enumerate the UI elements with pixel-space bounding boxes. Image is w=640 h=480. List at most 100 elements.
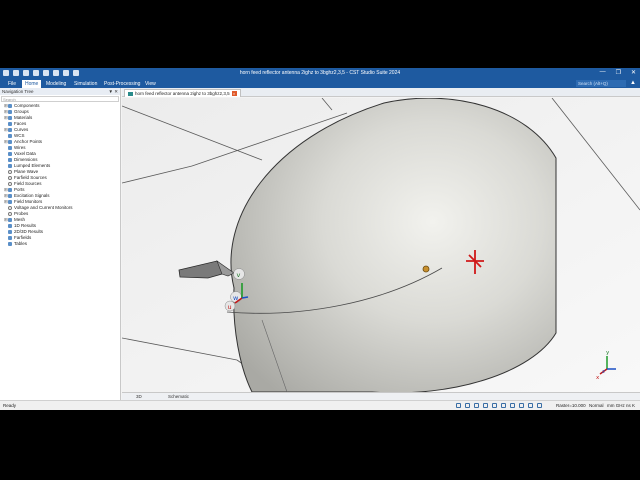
window-title: horn feed reflector antenna 2ighz to 3bg…	[239, 70, 401, 76]
restore-icon[interactable]: ❐	[616, 69, 621, 76]
ribbon-tabs: File Home Modeling Simulation Post-Proce…	[0, 79, 640, 88]
view-tabs: 3D Schematic	[122, 392, 640, 400]
project-icon	[128, 91, 133, 96]
circle-icon	[8, 211, 12, 216]
navigation-tree-title: Navigation Tree	[2, 89, 34, 94]
tab-3d[interactable]: 3D	[136, 393, 142, 400]
tree-item-label: Lumped Elements	[14, 163, 51, 168]
center-marker	[422, 265, 430, 273]
circle-icon	[8, 205, 12, 210]
folder-icon	[8, 187, 12, 192]
folder-icon	[8, 241, 12, 246]
document-tab[interactable]: horn feed reflector antenna 2ighz to 3bg…	[124, 89, 241, 97]
status-ready: Ready	[3, 403, 17, 408]
folder-icon	[8, 121, 12, 126]
folder-icon	[8, 235, 12, 240]
folder-icon	[8, 151, 12, 156]
status-units: mm GHz ns K	[607, 403, 636, 408]
menu-view[interactable]: View	[145, 81, 156, 87]
window-controls: — ❐ ✕	[600, 69, 636, 76]
close-tab-icon[interactable]: ×	[231, 91, 237, 96]
menu-home[interactable]: Home	[22, 80, 42, 88]
tree-item-label: Components	[14, 103, 40, 108]
tree-item-label: Probes	[14, 211, 29, 216]
tree-item-label: Dimensions	[14, 157, 38, 162]
close-icon[interactable]: ✕	[631, 69, 636, 76]
view-tools	[456, 403, 542, 408]
command-search[interactable]: Search (Alt+Q)	[576, 80, 626, 87]
wcs-v-label: v	[237, 271, 241, 279]
tree-item-label: Excitation Signals	[14, 193, 50, 198]
tree-item-label: 2D/3D Results	[14, 229, 44, 234]
menu-modeling[interactable]: Modeling	[46, 81, 66, 87]
wcs-u-label: u	[228, 303, 232, 311]
folder-icon	[8, 163, 12, 168]
tree-item-label: Farfield Sources	[14, 175, 47, 180]
folder-icon	[8, 217, 12, 222]
axis-z-label: z	[602, 369, 605, 375]
pin-icon[interactable]: ▼ ✕	[109, 88, 118, 95]
folder-icon	[8, 139, 12, 144]
document-tab-strip: horn feed reflector antenna 2ighz to 3bg…	[122, 88, 640, 97]
cst-window: horn feed reflector antenna 2ighz to 3bg…	[0, 68, 640, 410]
zoom-in-icon[interactable]	[501, 403, 506, 408]
rotate-icon[interactable]	[474, 403, 479, 408]
tree-item[interactable]: Tables	[0, 241, 120, 247]
3d-viewport[interactable]: v w u y x z	[122, 98, 640, 392]
folder-icon	[8, 229, 12, 234]
menu-post-processing[interactable]: Post-Processing	[104, 81, 140, 87]
folder-icon	[8, 103, 12, 108]
tree-item-label: Field Monitors	[14, 199, 43, 204]
folder-icon	[8, 133, 12, 138]
circle-icon	[8, 175, 12, 180]
menu-simulation[interactable]: Simulation	[74, 81, 97, 87]
tab-schematic[interactable]: Schematic	[168, 393, 189, 400]
status-bar: Ready Raster=10.000 Normal mm GHz ns K	[0, 400, 640, 410]
folder-icon	[8, 199, 12, 204]
status-raster: Raster=10.000	[556, 403, 586, 408]
navigation-tree: ⊞ Components ⊞ Groups ⊞ Materials Faces ⊞ Curves…	[0, 103, 120, 247]
tree-item-label: Voxel Data	[14, 151, 36, 156]
tree-item-label: Curves	[14, 127, 29, 132]
folder-icon	[8, 193, 12, 198]
minimize-icon[interactable]: —	[600, 69, 606, 76]
menu-file[interactable]: File	[8, 81, 16, 87]
3d-scene[interactable]: v w u y x z	[122, 98, 640, 392]
title-bar: horn feed reflector antenna 2ighz to 3bg…	[0, 68, 640, 79]
circle-icon	[8, 181, 12, 186]
tree-item-label: Wires	[14, 145, 26, 150]
tree-item-label: Plane Wave	[14, 169, 39, 174]
status-mode: Normal	[589, 403, 604, 408]
tree-item-label: Ports	[14, 187, 25, 192]
tree-search-input[interactable]: Search	[1, 96, 119, 102]
view-options-icon[interactable]	[519, 403, 524, 408]
pan-icon[interactable]	[465, 403, 470, 408]
tree-item-label: Field Sources	[14, 181, 42, 186]
navigation-tree-panel: Navigation Tree ▼ ✕ Search ⊞ Components ⊞ G…	[0, 88, 121, 400]
document-tab-label: horn feed reflector antenna 2ighz to 3bg…	[135, 91, 230, 96]
tree-item-label: 1D Results	[14, 223, 37, 228]
shading-icon[interactable]	[528, 403, 533, 408]
tree-item-label: Farfields	[14, 235, 32, 240]
fit-icon[interactable]	[492, 403, 497, 408]
folder-icon	[8, 223, 12, 228]
tree-item-label: Groups	[14, 109, 29, 114]
navigation-tree-header: Navigation Tree ▼ ✕	[0, 88, 120, 95]
folder-icon	[8, 145, 12, 150]
folder-icon	[8, 115, 12, 120]
folder-icon	[8, 127, 12, 132]
ribbon-collapse-icon[interactable]: ▲	[630, 80, 636, 86]
folder-icon	[8, 157, 12, 162]
tree-item-label: Tables	[14, 241, 28, 246]
wireframe-icon[interactable]	[537, 403, 542, 408]
tree-item-label: Materials	[14, 115, 33, 120]
zoom-out-icon[interactable]	[510, 403, 515, 408]
zoom-icon[interactable]	[456, 403, 461, 408]
tree-item-label: Anchor Points	[14, 139, 43, 144]
folder-icon	[8, 109, 12, 114]
tree-item-label: Mesh	[14, 217, 26, 222]
reset-view-icon[interactable]	[483, 403, 488, 408]
tree-item-label: Voltage and Current Monitors	[14, 205, 73, 210]
tree-item-label: Faces	[14, 121, 27, 126]
tree-item-label: WCS	[14, 133, 25, 138]
